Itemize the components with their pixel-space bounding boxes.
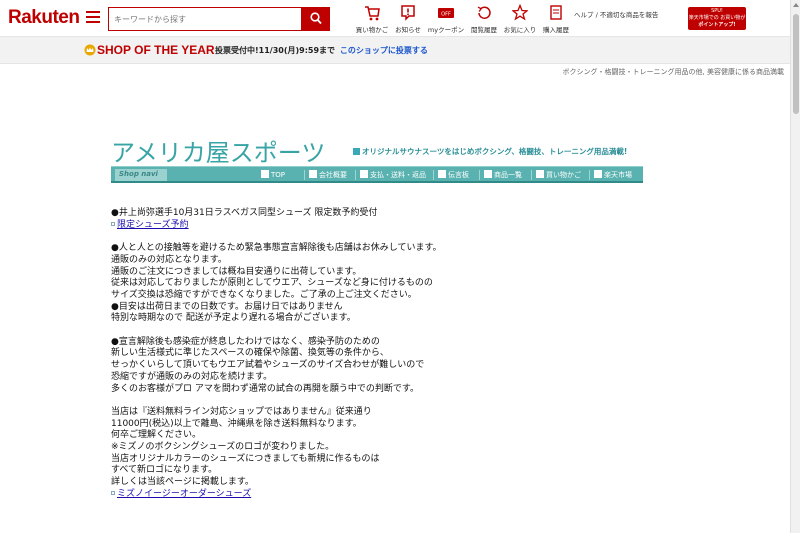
nav-divider (355, 170, 356, 180)
search-button[interactable] (302, 7, 330, 31)
purchase-history-link[interactable]: 購入履歴 (534, 4, 578, 34)
home-icon (261, 170, 269, 178)
history-icon (477, 6, 491, 19)
promo-line1: SPU! (711, 8, 723, 14)
shop-catchphrase: ボクシング・格闘技・トレーニング用品の他, 美容健康に係る商品満載 (562, 68, 784, 76)
vote-link[interactable]: このショップに投票する (340, 46, 428, 55)
shop-of-the-year-banner: SHOP OF THE YEAR 投票受付中!11/30(月)9:59まで この… (0, 37, 790, 64)
menu-icon[interactable] (86, 11, 100, 24)
announcement-line: ●目安は出荷日までの日数です。お届け日ではありません (111, 301, 343, 312)
announcement-line: 11000円(税込)以上で離島、沖縄県を除き送料無料なります。 (111, 418, 362, 429)
shop-announcements: ●井上尚弥選手10月31日ラスベガス同型シューズ 限定数予約受付 限定シューズ予… (111, 208, 711, 501)
rakuten-icon (594, 170, 602, 178)
nav-divider (479, 170, 480, 180)
shop-tagline-text: オリジナルサウナスーツをはじめボクシング、格闘技、トレーニング用品満載! (362, 147, 628, 156)
truck-icon (360, 170, 368, 178)
announcement-line: 詳しくは当該ページに掲載します。 (111, 477, 254, 488)
announcement-line: すべて新ロゴになります。 (111, 465, 218, 476)
coupon-icon: OFF (438, 8, 454, 18)
announcement-line: 当店オリジナルカラーのシューズにつきましても新規に作るものは (111, 453, 380, 464)
link-bullet-icon (111, 490, 115, 495)
announcement-line: 恐縮ですが通販のみの対応を続けます。 (111, 371, 273, 382)
shop-title[interactable]: アメリカ屋スポーツ (111, 133, 325, 168)
list-icon (484, 170, 492, 178)
promo-line2: 楽天市場での お買い物が (688, 15, 746, 21)
nav-rakuten-label: 楽天市場 (604, 171, 632, 179)
announcement-line: 当店は『送料無料ライン対応ショップではありません』従来通り (111, 406, 372, 417)
announcement-line: せっかくいらして頂いてもウエア試着やシューズのサイズ合わせが難しいので (111, 360, 425, 371)
nav-cart[interactable]: 買い物かご (536, 170, 581, 180)
global-header: Rakuten 買い物かご お知らせ OFF myクーポン 閲 (0, 0, 790, 37)
scroll-up-arrow-icon[interactable] (793, 3, 799, 7)
message-icon (438, 170, 446, 178)
announcement-line: 多くのお客様がプロ アマを問わず通常の試合の再開を願う中での判断です。 (111, 383, 419, 394)
nav-divider (304, 170, 305, 180)
cart-icon (365, 6, 380, 21)
cart-icon (536, 170, 544, 178)
cart-label: 買い物かご (355, 26, 389, 34)
coupon-label: myクーポン (427, 26, 465, 34)
nav-message-board[interactable]: 伝言板 (438, 170, 469, 180)
announcement-line: ●人と人との接触等を避けるため緊急事態宣言解除後も店舗はお休みしています。 (111, 243, 442, 254)
svg-text:OFF: OFF (441, 12, 451, 18)
announcement-line: サイズ交換は恐縮ですができなくなりました。ご了承の上ご注文ください。 (111, 289, 417, 300)
nav-message-label: 伝言板 (448, 171, 469, 179)
nav-payment-label: 支払・送料・返品 (370, 171, 426, 179)
announcement-line: ※ミズノのボクシングシューズのロゴが変わりました。 (111, 442, 335, 453)
purchase-history-label: 購入履歴 (543, 26, 569, 34)
announcement-line: ●井上尚弥選手10月31日ラスベガス同型シューズ 限定数予約受付 (111, 208, 378, 218)
nav-company[interactable]: 会社概要 (309, 170, 347, 180)
shop-tagline: オリジナルサウナスーツをはじめボクシング、格闘技、トレーニング用品満載! (353, 146, 627, 157)
history-label: 閲覧履歴 (471, 26, 497, 34)
page-scrollbar[interactable] (790, 0, 800, 533)
nav-divider (589, 170, 590, 180)
mizuno-easy-order-link[interactable]: ミズノイージーオーダーシューズ (117, 489, 251, 499)
nav-payment[interactable]: 支払・送料・返品 (360, 170, 426, 180)
company-icon (309, 170, 317, 178)
limited-shoes-reservation-link[interactable]: 限定シューズ予約 (117, 220, 189, 230)
nav-divider (433, 170, 434, 180)
nav-cart-label: 買い物かご (546, 171, 581, 179)
announcement-line: 従来は対応しておりましたが原則としてウエア、シューズなど身に付けるものの (111, 278, 433, 289)
announcement-line: 新しい生活様式に準じたスペースの確保や除菌、換気等の条件から、 (111, 348, 389, 359)
promo-line3: ポイントアップ! (698, 22, 736, 28)
nav-rakuten-ichiba[interactable]: 楽天市場 (594, 170, 632, 180)
star-icon (512, 4, 528, 21)
nav-top-label: TOP (271, 171, 286, 179)
nav-divider (531, 170, 532, 180)
link-bullet-icon (111, 221, 115, 226)
help-report-links[interactable]: ヘルプ / 不適切な商品を報告 (574, 9, 658, 19)
tagline-square-icon (353, 148, 360, 155)
search-icon (310, 12, 322, 25)
favorites-label: お気に入り (503, 26, 537, 34)
nav-top[interactable]: TOP (261, 170, 285, 179)
crown-icon (84, 44, 96, 56)
shop-of-the-year-title: SHOP OF THE YEAR (97, 43, 215, 57)
announcement-line: ●宣言解除後も感染症が終息したわけではなく、感染予防のための (111, 336, 380, 347)
spu-promo-banner[interactable]: SPU! 楽天市場での お買い物が ポイントアップ! (688, 7, 746, 30)
nav-company-label: 会社概要 (319, 171, 347, 179)
announcement-line: 特別な時期なので 配送が予定より遅れる場合がございます。 (111, 313, 356, 324)
nav-product-list[interactable]: 商品一覧 (484, 170, 522, 180)
nav-product-label: 商品一覧 (494, 171, 522, 179)
search-input[interactable] (108, 7, 302, 31)
rakuten-logo[interactable]: Rakuten (8, 7, 80, 29)
vote-info: 投票受付中!11/30(月)9:59まで このショップに投票する (215, 45, 428, 56)
shop-navigation: Shop navi TOP 会社概要 支払・送料・返品 伝言板 商品一覧 買い物… (111, 166, 643, 183)
announcement-line: 通販のみの対応となります。 (111, 254, 227, 265)
notice-label: お知らせ (395, 26, 421, 34)
announcement-line: 通販のご注文につきましては概ね目安通りに出荷しています。 (111, 266, 362, 277)
shop-navi-label: Shop navi (115, 169, 167, 181)
announcement-line: 何卒ご理解ください。 (111, 430, 202, 441)
vote-deadline: 投票受付中!11/30(月)9:59まで (215, 46, 336, 55)
scroll-thumb[interactable] (793, 14, 799, 114)
notice-icon (401, 5, 415, 21)
purchase-history-icon (550, 5, 562, 20)
